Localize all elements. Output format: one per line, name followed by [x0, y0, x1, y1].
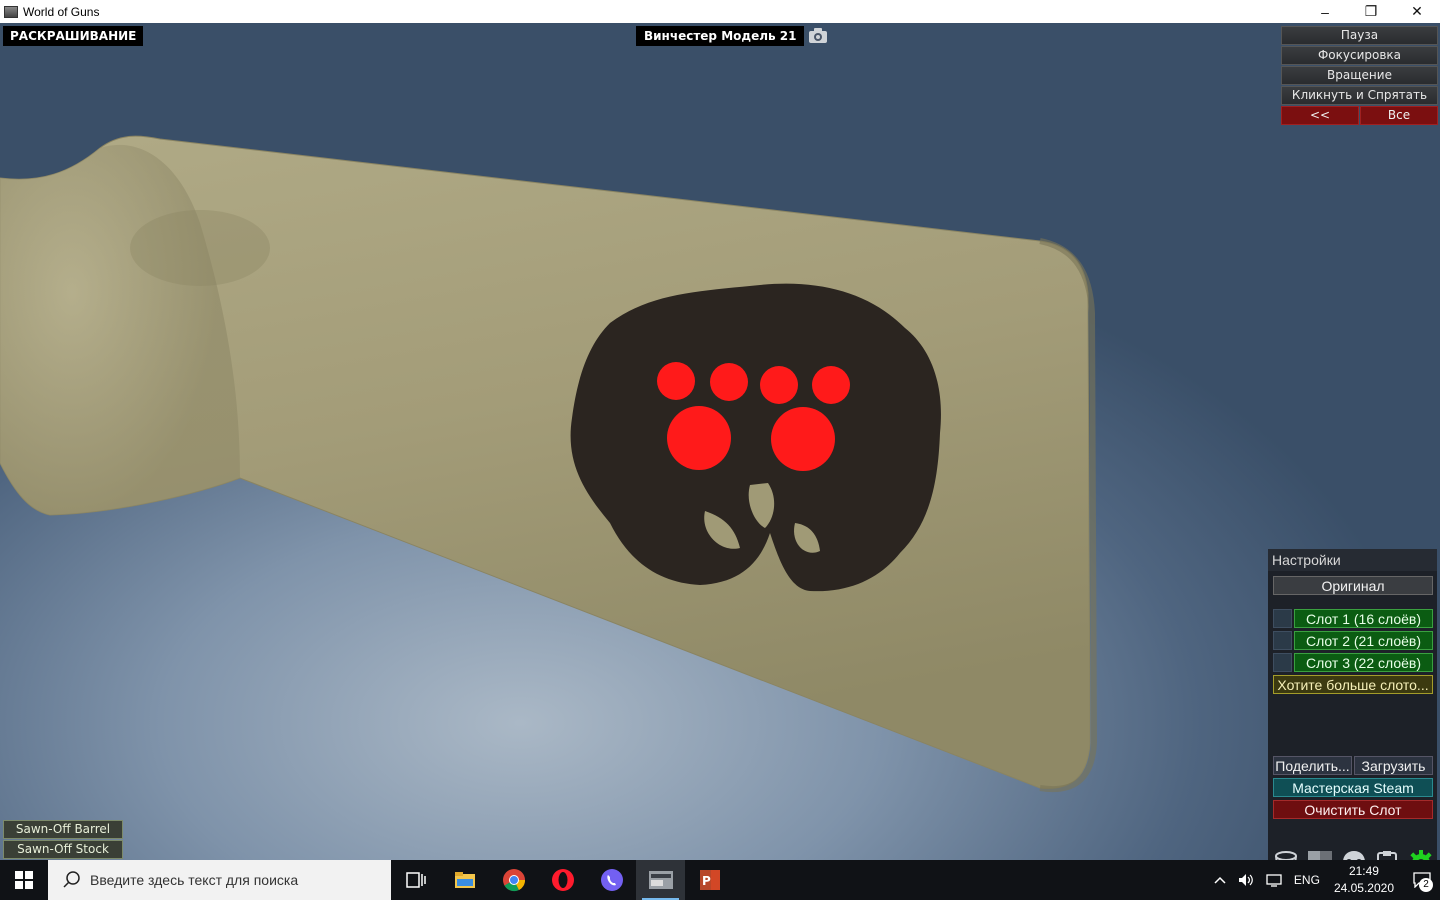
clipboard-icon[interactable]	[1372, 848, 1402, 860]
gun-stock-render[interactable]	[0, 23, 1440, 860]
menu-row-back-all: << Все	[1281, 106, 1438, 125]
restore-button[interactable]: ❐	[1348, 0, 1394, 23]
slot-row: Слот 2 (21 слоёв)	[1273, 631, 1433, 650]
texture-icon[interactable]	[1305, 848, 1335, 860]
taskbar-search[interactable]: Введите здесь текст для поиска	[48, 860, 391, 900]
paint-tools	[1271, 847, 1436, 860]
chevron-up-icon[interactable]	[1214, 876, 1226, 884]
steam-workshop-button[interactable]: Мастерская Steam	[1273, 778, 1433, 797]
clock[interactable]: 21:49 24.05.2020	[1334, 863, 1394, 897]
system-tray: ENG 21:49 24.05.2020 2	[1208, 860, 1440, 900]
share-button[interactable]: Поделить...	[1273, 756, 1352, 775]
bucket-icon[interactable]	[1271, 848, 1301, 860]
file-explorer-icon[interactable]	[440, 860, 489, 900]
slot-button[interactable]: Слот 2 (21 слоёв)	[1294, 631, 1433, 650]
slot-row: Слот 1 (16 слоёв)	[1273, 609, 1433, 628]
network-icon[interactable]	[1266, 873, 1282, 887]
powerpoint-icon[interactable]: P	[685, 860, 734, 900]
window-controls: – ❐ ✕	[1302, 0, 1440, 23]
clear-slot-button[interactable]: Очистить Слот	[1273, 800, 1433, 819]
part-item[interactable]: Sawn-Off Barrel	[3, 820, 123, 839]
notifications-button[interactable]: 2	[1404, 860, 1440, 900]
window-title: World of Guns	[23, 4, 100, 19]
spider-eye	[760, 366, 798, 404]
more-slots-button[interactable]: Хотите больше слото...	[1273, 675, 1433, 694]
settings-panel: Настройки Оригинал Слот 1 (16 слоёв) Сло…	[1268, 549, 1437, 860]
grip-highlight	[130, 210, 270, 286]
search-icon	[63, 871, 80, 888]
click-hide-button[interactable]: Кликнуть и Спрятать	[1281, 86, 1438, 105]
original-button[interactable]: Оригинал	[1273, 576, 1433, 595]
app-icon	[4, 5, 18, 18]
minimize-button[interactable]: –	[1302, 0, 1348, 23]
clock-time: 21:49	[1348, 864, 1379, 878]
pause-button[interactable]: Пауза	[1281, 26, 1438, 45]
spider-eye	[771, 407, 835, 471]
windows-taskbar: Введите здесь текст для поиска P ENG 21:…	[0, 860, 1440, 900]
skull-icon[interactable]	[1339, 848, 1369, 860]
back-button[interactable]: <<	[1281, 106, 1359, 125]
close-button[interactable]: ✕	[1394, 0, 1440, 23]
slot-button[interactable]: Слот 1 (16 слоёв)	[1294, 609, 1433, 628]
spider-body	[570, 283, 941, 592]
gear-icon[interactable]	[1406, 848, 1436, 860]
view-menu: Пауза Фокусировка Вращение Кликнуть и Сп…	[1281, 26, 1438, 125]
show-all-button[interactable]: Все	[1360, 106, 1438, 125]
slot-checkbox[interactable]	[1273, 653, 1292, 672]
mode-label: РАСКРАШИВАНИЕ	[3, 26, 144, 46]
slot-row: Слот 3 (22 слоёв)	[1273, 653, 1433, 672]
windows-logo-icon	[15, 871, 33, 889]
spider-eye	[710, 363, 748, 401]
parts-list: Sawn-Off Barrel Sawn-Off Stock	[3, 820, 123, 860]
focus-button[interactable]: Фокусировка	[1281, 46, 1438, 65]
spider-decal	[570, 283, 941, 592]
opera-icon[interactable]	[538, 860, 587, 900]
model-viewport[interactable]: РАСКРАШИВАНИЕ Винчестер Модель 21 Пауза …	[0, 23, 1440, 860]
slot-checkbox[interactable]	[1273, 609, 1292, 628]
slot-checkbox[interactable]	[1273, 631, 1292, 650]
spider-eye	[667, 406, 731, 470]
world-of-guns-icon[interactable]	[636, 860, 685, 900]
volume-icon[interactable]	[1238, 873, 1254, 887]
window-titlebar: World of Guns – ❐ ✕	[0, 0, 1440, 23]
part-item[interactable]: Sawn-Off Stock	[3, 840, 123, 859]
camera-icon[interactable]	[808, 27, 828, 44]
rotate-button[interactable]: Вращение	[1281, 66, 1438, 85]
chrome-icon[interactable]	[489, 860, 538, 900]
viber-icon[interactable]	[587, 860, 636, 900]
spider-eye	[812, 366, 850, 404]
language-indicator[interactable]: ENG	[1294, 873, 1320, 887]
slot-button[interactable]: Слот 3 (22 слоёв)	[1294, 653, 1433, 672]
settings-title: Настройки	[1268, 549, 1437, 571]
svg-text:P: P	[702, 874, 711, 888]
clock-date: 24.05.2020	[1333, 881, 1394, 895]
notification-count: 2	[1419, 878, 1433, 892]
task-view-icon[interactable]	[391, 860, 440, 900]
spider-eye	[657, 362, 695, 400]
start-button[interactable]	[0, 860, 48, 900]
load-button[interactable]: Загрузить	[1354, 756, 1433, 775]
model-title: Винчестер Модель 21	[636, 26, 805, 46]
search-placeholder: Введите здесь текст для поиска	[90, 872, 299, 888]
